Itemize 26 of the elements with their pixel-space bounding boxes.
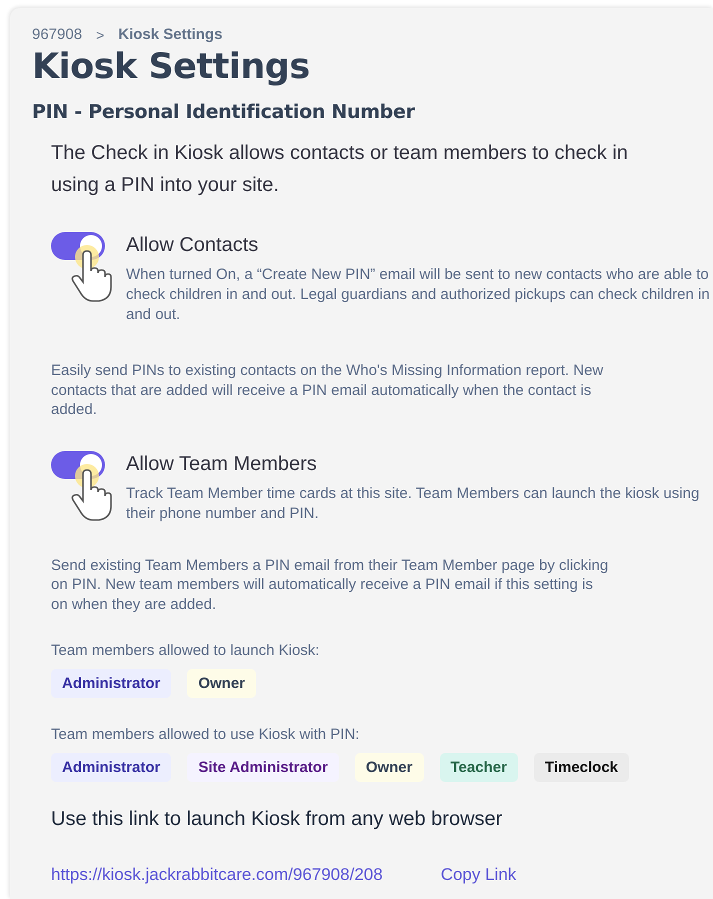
info-text: Send existing Team Members a PIN email from their Team Member page by clicking on PIN. New team members will automatically receive a PIN email if this setting is on when they are added.: [51, 556, 610, 614]
role-tag: Administrator: [51, 753, 172, 782]
toggle-description: When turned On, a “Create New PIN” email will be sent to new contacts who are able to check children in and out. Legal guardians and authorized pickups can check children in and out.: [126, 265, 711, 325]
copy-link-button[interactable]: Copy Link: [440, 865, 516, 885]
toggle-description: Track Team Member time cards at this site. Team Members can launch the kiosk using their phone number and PIN.: [126, 484, 700, 524]
roles-label: Team members allowed to use Kiosk with PIN:: [51, 726, 360, 743]
page-title: Kiosk Settings: [32, 47, 311, 87]
section-title: PIN - Personal Identification Number: [32, 101, 416, 123]
breadcrumb-link[interactable]: 967908: [32, 26, 82, 43]
role-tag: Timeclock: [534, 753, 630, 782]
info-text: Easily send PINs to existing contacts on the Who's Missing Information report. New contacts that are added will receive a PIN email automatically when the contact is added.: [51, 361, 604, 420]
breadcrumb-separator: >: [96, 26, 104, 42]
breadcrumb-current: Kiosk Settings: [118, 26, 222, 43]
link-heading: Use this link to launch Kiosk from any web browser: [51, 808, 504, 831]
role-tag: Owner: [187, 669, 256, 698]
role-tag: Teacher: [440, 753, 518, 782]
roles-label: Team members allowed to launch Kiosk:: [51, 642, 320, 659]
intro-text: The Check in Kiosk allows contacts or team members to check in using a PIN into your site.: [51, 141, 629, 198]
role-tag: Site Administrator: [187, 753, 339, 782]
hand-cursor-icon: [69, 243, 115, 303]
role-tag: Administrator: [51, 669, 172, 698]
role-tag: Owner: [354, 753, 424, 782]
toggle-label: Allow Team Members: [126, 452, 318, 476]
toggle-label: Allow Contacts: [126, 233, 260, 258]
kiosk-url-link[interactable]: https://kiosk.jackrabbitcare.com/967908/208: [51, 865, 383, 885]
hand-cursor-icon: [69, 462, 115, 522]
